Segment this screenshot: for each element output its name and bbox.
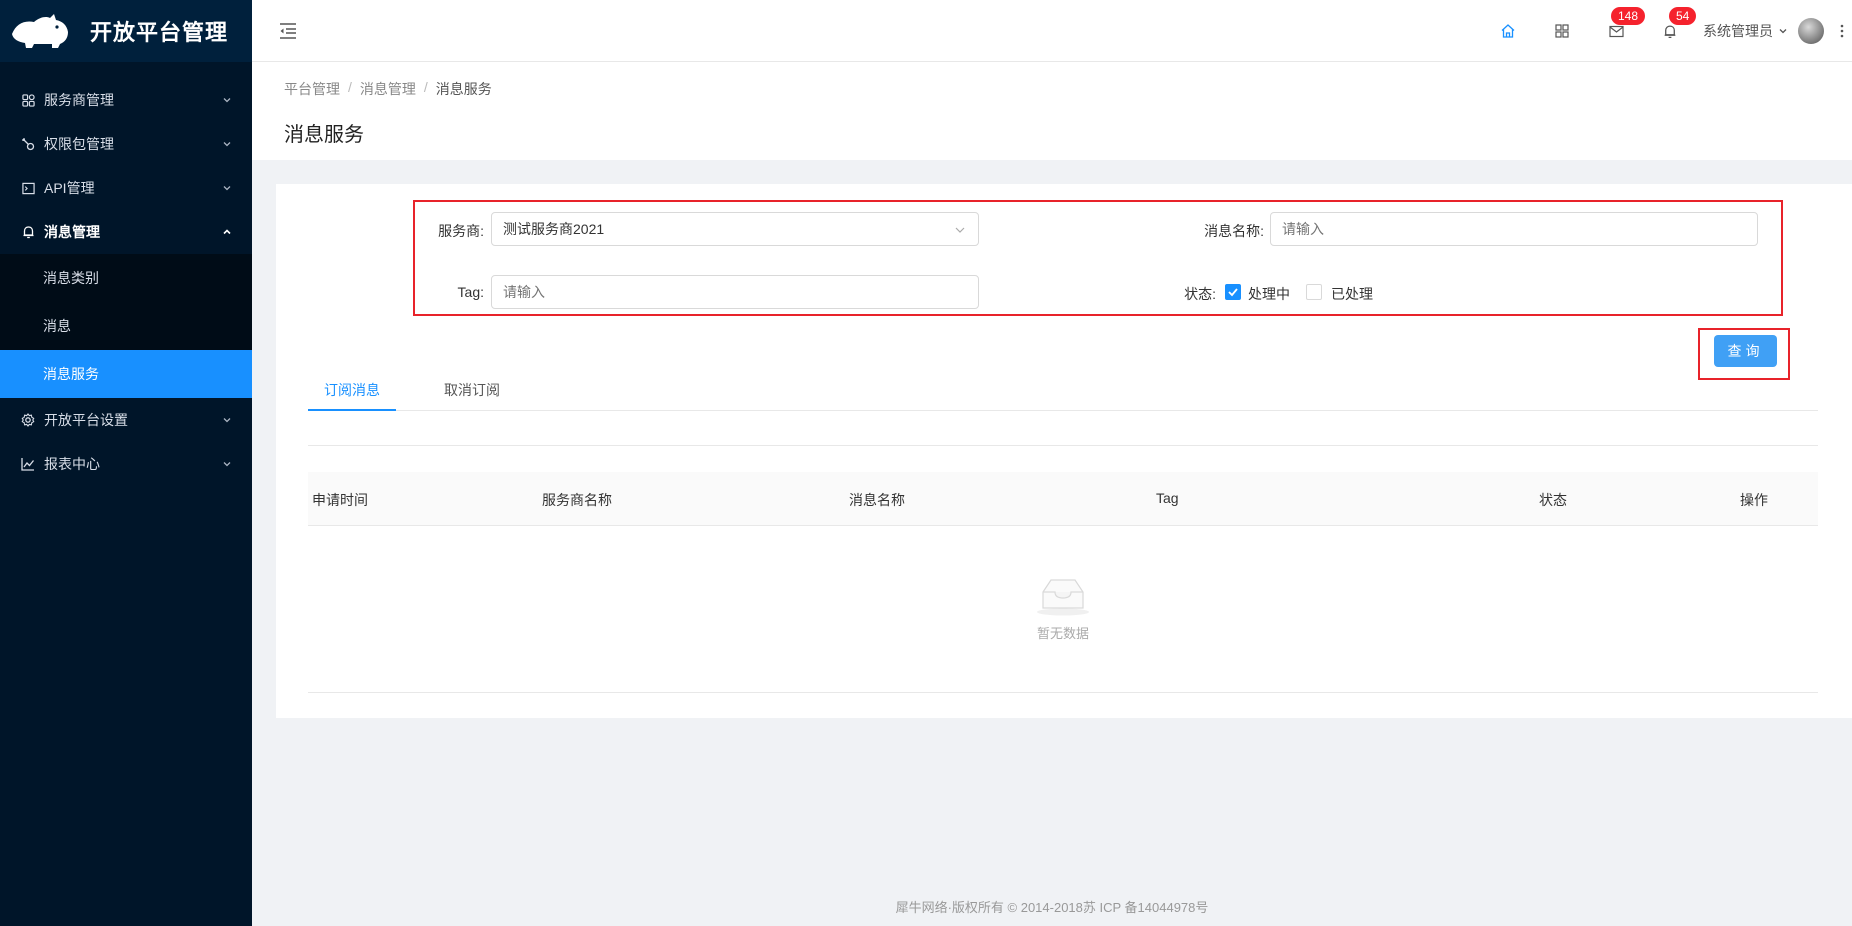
sidebar: 开放平台管理 服务商管理 权限包管理 API管理 消息管理 消息类别 消息 消息… [0,0,252,926]
breadcrumb-platform-management[interactable]: 平台管理 [284,79,340,99]
breadcrumb: 平台管理 / 消息管理 / 消息服务 [284,79,492,99]
sidebar-item-label: 服务商管理 [44,92,114,108]
tab-subscribe-messages[interactable]: 订阅消息 [324,380,380,400]
sidebar-item-label: 消息类别 [43,270,99,286]
sidebar-item-label: 消息 [43,318,71,334]
sidebar-item-label: 报表中心 [44,456,100,472]
provider-label: 服务商: [438,223,484,239]
message-name-label: 消息名称: [1204,223,1264,239]
status-label: 状态: [1184,286,1216,302]
sidebar-item-platform-settings[interactable]: 开放平台设置 [0,398,252,442]
provider-select[interactable]: 测试服务商2021 [491,212,979,246]
sidebar-item-label: 权限包管理 [44,136,114,152]
chevron-down-icon [223,98,231,103]
sidebar-item-message-category[interactable]: 消息类别 [0,254,252,302]
home-icon [1501,24,1515,38]
message-name-input[interactable] [1270,212,1758,246]
sidebar-item-label: 消息服务 [43,366,99,382]
grid-icon [1555,24,1569,38]
sidebar-item-label: API管理 [44,180,95,196]
group-icon [20,92,36,108]
sidebar-item-permission-package[interactable]: 权限包管理 [0,122,252,166]
mail-icon [1608,25,1624,37]
more-vertical-icon [1840,24,1844,38]
breadcrumb-message-management[interactable]: 消息管理 [360,79,416,99]
provider-select-value: 测试服务商2021 [503,221,605,237]
sidebar-item-label: 消息管理 [44,224,100,240]
code-icon [20,180,36,196]
status-processing-label[interactable]: 处理中 [1248,284,1290,304]
message-submenu: 消息类别 消息 消息服务 [0,254,252,398]
user-menu[interactable]: 系统管理员 [1697,0,1832,62]
status-processed-label[interactable]: 已处理 [1331,284,1373,304]
header-actions: 148 54 系统管理员 [1481,0,1852,62]
notification-count-badge: 54 [1669,7,1697,25]
sidebar-item-provider-management[interactable]: 服务商管理 [0,78,252,122]
chevron-down-icon [223,186,231,191]
mail-count-badge: 148 [1611,7,1646,25]
empty-state: 暂无数据 [1030,574,1096,642]
table-bottom-border [308,692,1818,693]
chevron-down-icon [223,462,231,467]
avatar[interactable] [1798,18,1824,44]
sidebar-menu: 服务商管理 权限包管理 API管理 消息管理 消息类别 消息 消息服务 开放平台… [0,78,252,486]
sidebar-item-message[interactable]: 消息 [0,302,252,350]
column-status: 状态 [1539,492,1567,508]
chevron-up-icon [223,229,231,235]
query-button[interactable]: 查询 [1714,335,1777,367]
app-title: 开放平台管理 [90,20,229,45]
apps-button[interactable] [1535,0,1589,62]
status-processing-checkbox[interactable] [1225,284,1241,300]
empty-inbox-icon [1037,579,1089,616]
tab-unsubscribe[interactable]: 取消订阅 [444,380,500,400]
breadcrumb-separator: / [423,79,428,95]
sidebar-item-message-management[interactable]: 消息管理 [0,210,252,254]
page-title: 消息服务 [284,124,364,146]
check-icon [1228,288,1238,297]
divider [308,445,1818,446]
column-provider-name: 服务商名称 [542,492,612,508]
tag-label: Tag: [457,284,484,300]
tag-input[interactable] [491,275,979,309]
column-apply-time: 申请时间 [312,492,368,508]
sidebar-item-report-center[interactable]: 报表中心 [0,442,252,486]
breadcrumb-separator: / [348,79,352,95]
tab-active-indicator [308,409,396,411]
bell-icon [1664,24,1676,38]
mail-button[interactable]: 148 [1589,0,1646,62]
chevron-down-icon [1779,29,1787,34]
bell-icon [20,224,36,240]
sidebar-item-message-service[interactable]: 消息服务 [0,350,252,398]
rhino-logo-icon [12,14,68,48]
column-tag: Tag [1156,490,1179,506]
sidebar-item-api-management[interactable]: API管理 [0,166,252,210]
gear-icon [20,412,36,428]
breadcrumb-message-service: 消息服务 [435,81,492,97]
home-button[interactable] [1481,0,1535,62]
tabs: 订阅消息 取消订阅 [308,372,1818,411]
menu-fold-icon[interactable] [277,20,299,42]
chart-icon [20,456,36,472]
page-header: 平台管理 / 消息管理 / 消息服务 消息服务 [252,62,1852,160]
table-header: 申请时间 服务商名称 消息名称 Tag 状态 操作 [308,472,1818,526]
user-name: 系统管理员 [1703,23,1773,39]
chevron-down-icon [223,142,231,147]
notification-button[interactable]: 54 [1643,0,1697,62]
status-processed-checkbox[interactable] [1306,284,1322,300]
sidebar-item-label: 开放平台设置 [44,412,128,428]
empty-text: 暂无数据 [1036,626,1089,641]
column-actions: 操作 [1740,492,1768,508]
logo[interactable]: 开放平台管理 [0,0,252,62]
top-header: 148 54 系统管理员 [252,0,1852,62]
more-options-button[interactable] [1832,0,1852,62]
footer-copyright: 犀牛网络·版权所有 © 2014-2018苏 ICP 备14044978号 [895,900,1209,915]
chevron-down-icon [955,227,965,233]
chevron-down-icon [223,418,231,423]
key-icon [20,136,36,152]
column-message-name: 消息名称 [849,492,905,508]
